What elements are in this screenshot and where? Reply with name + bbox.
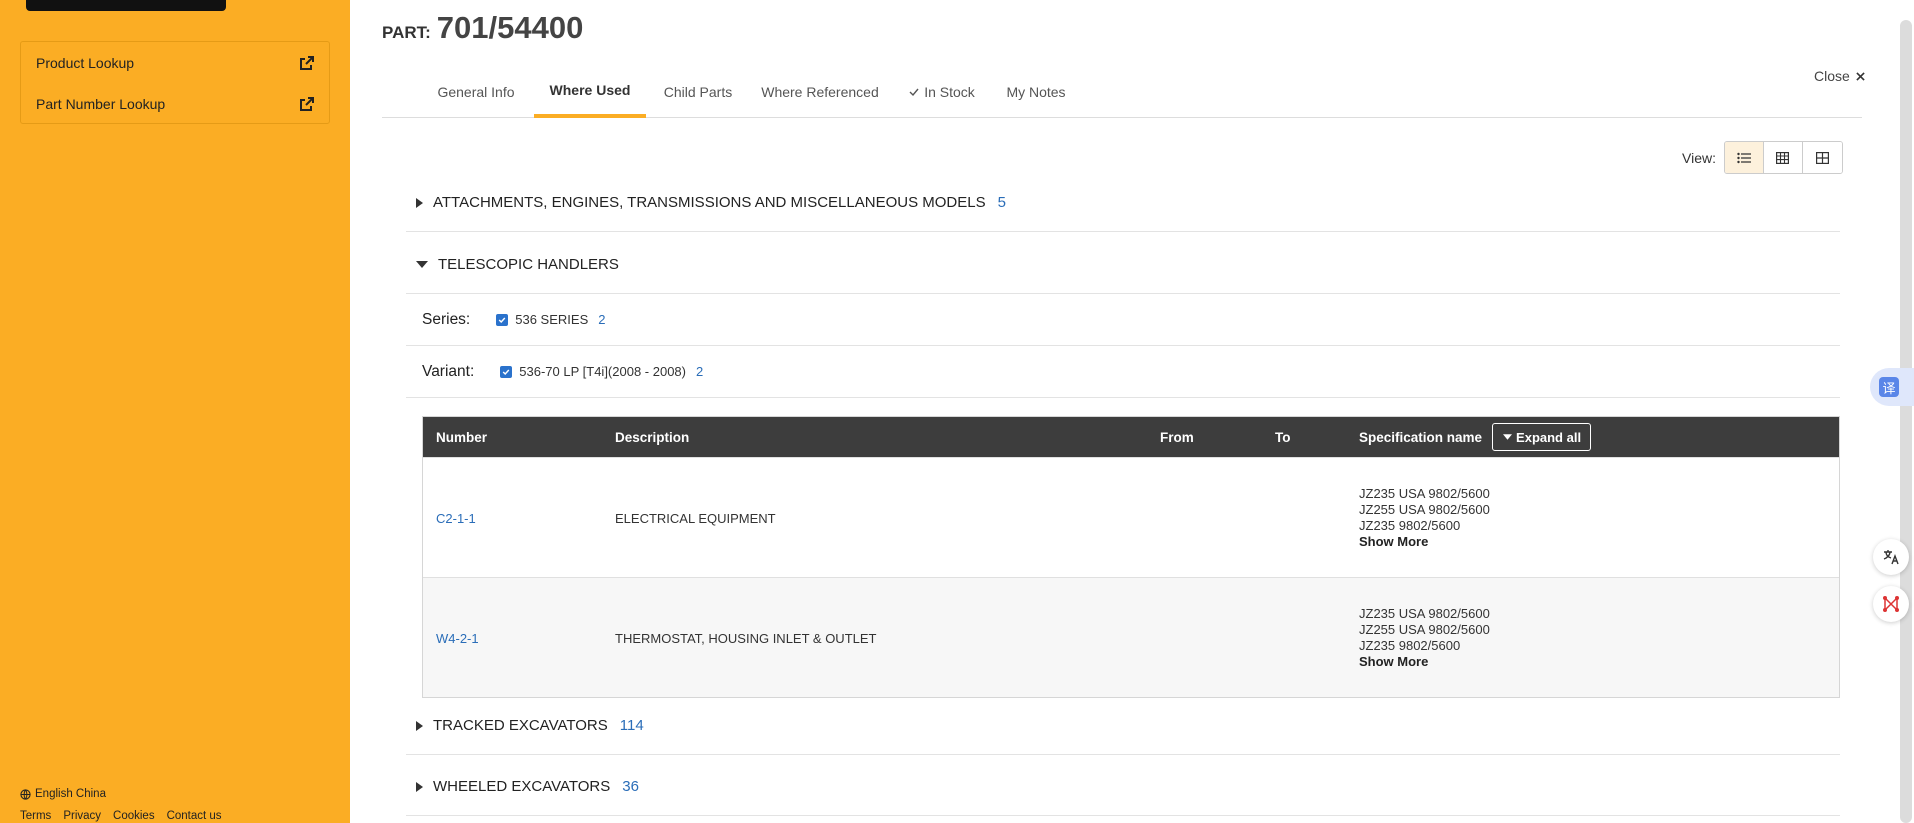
expand-all-button[interactable]: Expand all: [1492, 423, 1592, 451]
table-row: C2-1-1 ELECTRICAL EQUIPMENT JZ235 USA 98…: [423, 457, 1839, 577]
series-checkbox[interactable]: [496, 313, 509, 326]
close-button[interactable]: Close: [1814, 68, 1865, 84]
variant-count: 2: [695, 364, 704, 379]
external-link-icon: [300, 97, 314, 111]
checkmark-icon: [909, 88, 919, 97]
language-translate-icon[interactable]: [1873, 539, 1909, 575]
contact-us-link[interactable]: Contact us: [167, 810, 222, 822]
series-value: 536 SERIES: [515, 312, 589, 327]
section-count: 5: [997, 194, 1006, 211]
spec-item: JZ235 USA 9802/5600: [1359, 486, 1490, 501]
lookup-links-box: Product Lookup Part Number Lookup: [20, 41, 330, 124]
grid-view-button[interactable]: [1802, 142, 1842, 173]
view-switcher: View:: [1682, 141, 1843, 174]
tab-in-stock-label: In Stock: [924, 84, 975, 100]
tab-in-stock[interactable]: In Stock: [892, 66, 992, 118]
part-number-lookup-label: Part Number Lookup: [36, 96, 166, 112]
external-link-icon: [300, 56, 314, 70]
part-number-lookup-link[interactable]: Part Number Lookup: [21, 84, 329, 124]
show-more-link[interactable]: Show More: [1359, 534, 1490, 550]
col-description: Description: [615, 429, 690, 445]
list-icon: [1737, 152, 1751, 163]
tab-general-info[interactable]: General Info: [420, 66, 532, 118]
caret-right-icon: [416, 720, 423, 731]
main-content: PART: 701/54400 General Info Where Used …: [350, 0, 1914, 823]
language-selector[interactable]: English China: [20, 788, 106, 800]
brand-logo[interactable]: [26, 0, 226, 11]
network-graph-icon[interactable]: [1873, 586, 1909, 622]
series-count: 2: [598, 312, 606, 327]
section-telescopic-handlers[interactable]: TELESCOPIC HANDLERS: [406, 236, 1840, 294]
series-filter: Series: 536 SERIES 2: [406, 294, 1840, 346]
translate-icon: 译: [1879, 377, 1899, 397]
expand-all-label: Expand all: [1516, 429, 1582, 445]
part-number-link[interactable]: C2-1-1: [436, 511, 476, 526]
table-row: W4-2-1 THERMOSTAT, HOUSING INLET & OUTLE…: [423, 577, 1839, 697]
tab-child-parts[interactable]: Child Parts: [648, 66, 748, 118]
section-title: ATTACHMENTS, ENGINES, TRANSMISSIONS AND …: [433, 194, 986, 211]
where-used-table: Number Description From To Specification…: [422, 416, 1840, 698]
table-icon: [1776, 151, 1790, 164]
spec-list: JZ235 USA 9802/5600 JZ255 USA 9802/5600 …: [1359, 486, 1490, 550]
cookies-link[interactable]: Cookies: [113, 810, 155, 822]
scrollbar[interactable]: [1900, 20, 1912, 823]
caret-down-icon: [416, 261, 428, 268]
page-title: PART: 701/54400: [382, 10, 583, 46]
product-lookup-label: Product Lookup: [36, 55, 135, 71]
variant-value: 536-70 LP [T4i](2008 - 2008): [519, 364, 686, 379]
section-tracked-excavators[interactable]: TRACKED EXCAVATORS 114: [406, 697, 1840, 755]
product-lookup-link[interactable]: Product Lookup: [21, 43, 329, 83]
tab-bar: General Info Where Used Child Parts Wher…: [382, 66, 1862, 118]
section-attachments[interactable]: ATTACHMENTS, ENGINES, TRANSMISSIONS AND …: [406, 174, 1840, 232]
section-wheeled-excavators[interactable]: WHEELED EXCAVATORS 36: [406, 758, 1840, 816]
globe-icon: [20, 788, 31, 800]
translate-button[interactable]: 译: [1870, 368, 1914, 406]
show-more-link[interactable]: Show More: [1359, 654, 1490, 670]
part-prefix: PART:: [382, 23, 431, 42]
privacy-link[interactable]: Privacy: [63, 810, 101, 822]
part-number: 701/54400: [436, 10, 584, 45]
footer-links: Terms Privacy Cookies Contact us: [20, 810, 222, 822]
section-count: 36: [622, 778, 639, 795]
sidebar: Product Lookup Part Number Lookup Englis…: [0, 0, 350, 823]
col-number: Number: [436, 429, 488, 445]
terms-link[interactable]: Terms: [20, 810, 51, 822]
part-number-link[interactable]: W4-2-1: [436, 631, 479, 646]
variant-checkbox[interactable]: [500, 365, 513, 378]
col-from: From: [1160, 429, 1194, 445]
caret-right-icon: [416, 781, 423, 792]
language-label: English China: [35, 788, 106, 800]
table-header: Number Description From To Specification…: [423, 417, 1839, 457]
section-title: WHEELED EXCAVATORS: [433, 778, 611, 795]
row-description: THERMOSTAT, HOUSING INLET & OUTLET: [615, 630, 877, 646]
spec-item: JZ235 9802/5600: [1359, 638, 1461, 653]
spec-list: JZ235 USA 9802/5600 JZ255 USA 9802/5600 …: [1359, 606, 1490, 670]
col-spec: Specification name Expand all: [1359, 417, 1592, 457]
section-title: TRACKED EXCAVATORS: [433, 717, 608, 734]
section-count: 114: [619, 717, 644, 734]
view-label: View:: [1682, 149, 1716, 166]
spec-item: JZ255 USA 9802/5600: [1359, 502, 1490, 517]
caret-right-icon: [416, 197, 423, 208]
col-to: To: [1275, 429, 1291, 445]
spec-item: JZ235 9802/5600: [1359, 518, 1461, 533]
table-view-button[interactable]: [1763, 142, 1803, 173]
close-icon: [1856, 71, 1865, 81]
section-title: TELESCOPIC HANDLERS: [438, 256, 619, 273]
close-label: Close: [1814, 68, 1850, 84]
grid-icon: [1815, 151, 1829, 164]
tab-my-notes[interactable]: My Notes: [994, 66, 1078, 118]
series-label: Series:: [422, 310, 471, 328]
row-description: ELECTRICAL EQUIPMENT: [615, 510, 776, 526]
variant-label: Variant:: [422, 362, 475, 380]
col-spec-label: Specification name: [1359, 429, 1483, 445]
caret-down-icon: [1503, 434, 1513, 440]
list-view-button[interactable]: [1724, 142, 1764, 173]
tab-where-referenced[interactable]: Where Referenced: [750, 66, 890, 118]
spec-item: JZ255 USA 9802/5600: [1359, 622, 1490, 637]
variant-filter: Variant: 536-70 LP [T4i](2008 - 2008) 2: [406, 346, 1840, 398]
tab-where-used[interactable]: Where Used: [534, 66, 646, 118]
spec-item: JZ235 USA 9802/5600: [1359, 606, 1490, 621]
